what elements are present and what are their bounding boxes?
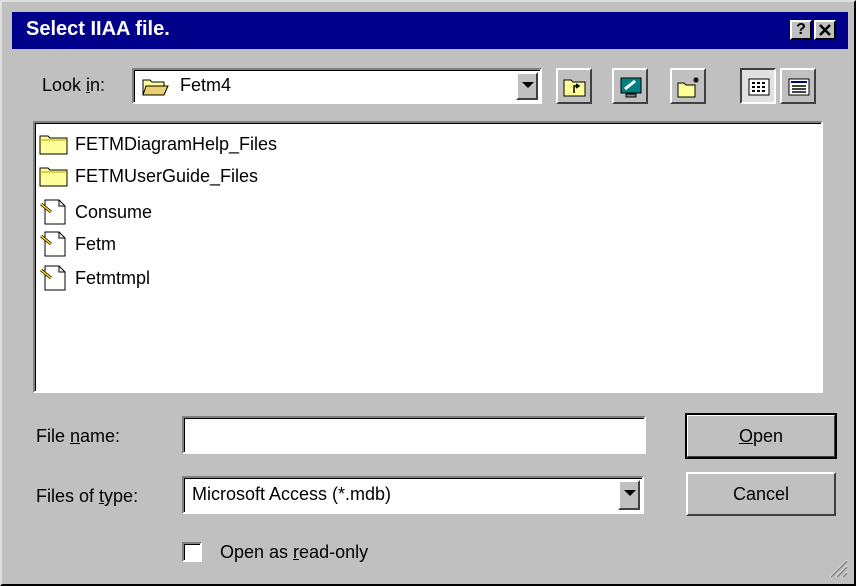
access-file-icon [40, 199, 66, 225]
access-file-icon [40, 265, 66, 291]
file-list[interactable]: FETMDiagramHelp_Files FETMUserGuide_File… [33, 121, 823, 393]
close-icon [819, 24, 831, 36]
close-button[interactable] [814, 20, 836, 40]
chevron-down-icon[interactable] [516, 72, 538, 100]
list-item[interactable]: Fetmtmpl [39, 263, 150, 293]
files-of-type-value: Microsoft Access (*.mdb) [192, 484, 392, 504]
help-button[interactable]: ? [790, 20, 812, 40]
details-view-button[interactable] [780, 68, 816, 104]
file-name-label: File name: [36, 426, 121, 446]
list-item[interactable]: FETMUserGuide_Files [39, 161, 258, 191]
desktop-icon [620, 77, 642, 98]
file-name: Fetmtmpl [75, 267, 151, 288]
look-in-dropdown[interactable]: Fetm4 [132, 68, 542, 104]
file-name-input[interactable] [182, 416, 646, 454]
open-folder-icon [142, 79, 169, 96]
window-title: Select IIAA file. [26, 18, 170, 40]
folder-icon [39, 167, 68, 187]
open-file-dialog: Select IIAA file. ? Look in: Fetm4 FETMD… [0, 0, 856, 586]
file-name: Fetm [75, 233, 117, 254]
look-in-value: Fetm4 [180, 75, 232, 95]
list-item[interactable]: FETMDiagramHelp_Files [39, 129, 277, 159]
new-folder-icon [677, 77, 699, 98]
up-one-level-button[interactable] [556, 68, 592, 104]
read-only-label[interactable]: Open as read-only [220, 542, 368, 563]
list-item[interactable]: Fetm [39, 229, 116, 259]
read-only-checkbox[interactable] [182, 542, 202, 562]
open-button[interactable]: Open [685, 413, 837, 459]
list-view-icon [748, 78, 770, 96]
list-view-button[interactable] [740, 68, 776, 104]
folder-icon [39, 135, 68, 155]
desktop-button[interactable] [612, 68, 648, 104]
file-name: FETMUserGuide_Files [75, 165, 259, 186]
list-item[interactable]: Consume [39, 197, 152, 227]
file-name: Consume [75, 201, 153, 222]
access-file-icon [40, 231, 66, 257]
cancel-button[interactable]: Cancel [686, 472, 836, 516]
new-folder-button[interactable] [670, 68, 706, 104]
details-view-icon [788, 78, 810, 96]
look-in-label: Look in: [42, 75, 106, 95]
up-one-level-icon [563, 79, 586, 97]
file-name: FETMDiagramHelp_Files [75, 133, 278, 154]
chevron-down-icon[interactable] [618, 480, 640, 510]
files-of-type-dropdown[interactable]: Microsoft Access (*.mdb) [182, 476, 644, 514]
resize-grip-icon[interactable] [826, 556, 848, 578]
files-of-type-label: Files of type: [36, 486, 139, 506]
title-bar[interactable]: Select IIAA file. ? [12, 12, 848, 49]
